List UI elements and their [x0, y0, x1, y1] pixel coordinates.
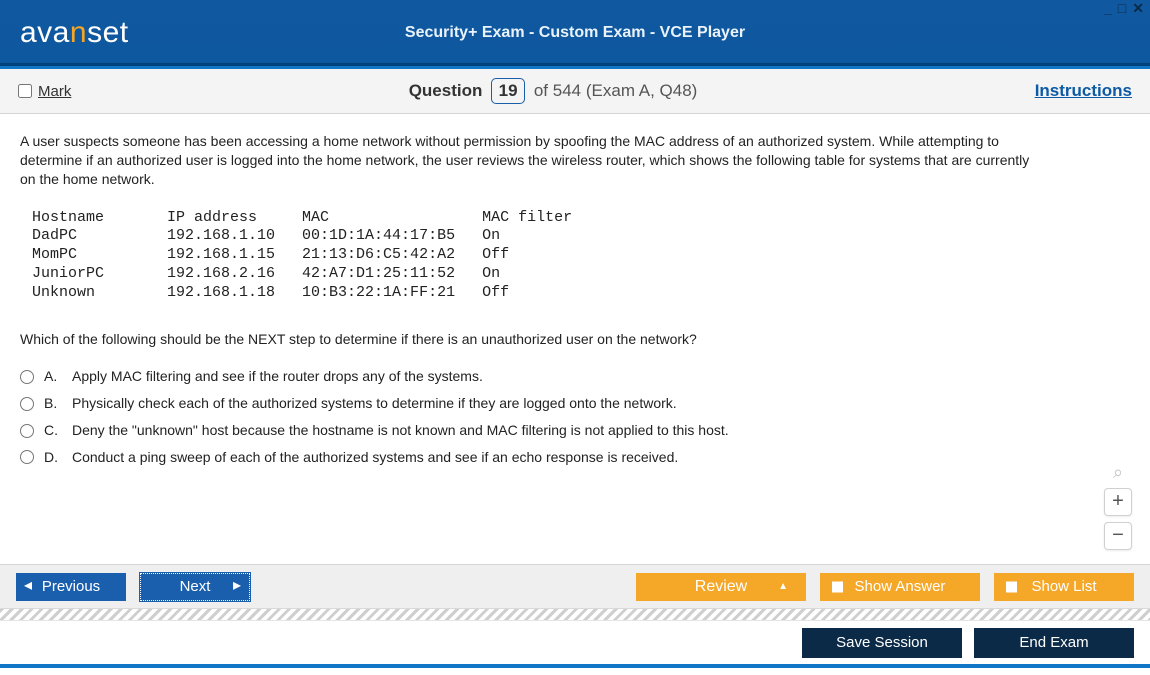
total-questions: 544: [553, 81, 581, 100]
maximize-button[interactable]: □: [1118, 0, 1126, 17]
logo-accent: n: [70, 16, 87, 49]
stop-icon: [1006, 581, 1017, 592]
next-label: Next: [180, 578, 211, 595]
answer-letter-a: A.: [44, 367, 62, 386]
answer-option-a[interactable]: A. Apply MAC filtering and see if the ro…: [20, 367, 1040, 386]
answer-option-d[interactable]: D. Conduct a ping sweep of each of the a…: [20, 448, 1040, 467]
answer-radio-c[interactable]: [20, 424, 34, 438]
close-button[interactable]: ✕: [1132, 0, 1144, 17]
answer-option-b[interactable]: B. Physically check each of the authoriz…: [20, 394, 1040, 413]
minimize-button[interactable]: _: [1104, 0, 1112, 17]
answer-option-c[interactable]: C. Deny the "unknown" host because the h…: [20, 421, 1040, 440]
mark-checkbox[interactable]: [18, 84, 32, 98]
answer-radio-b[interactable]: [20, 397, 34, 411]
chevron-right-icon: ▸: [233, 578, 241, 594]
logo-part-2: set: [87, 16, 129, 49]
review-label: Review: [695, 578, 747, 596]
search-icon[interactable]: ⌕: [1107, 460, 1129, 482]
save-session-button[interactable]: Save Session: [802, 628, 962, 658]
show-answer-label: Show Answer: [855, 578, 946, 595]
mark-question[interactable]: Mark: [18, 83, 71, 100]
network-table: Hostname IP address MAC MAC filter DadPC…: [20, 209, 1040, 303]
answer-text-b: Physically check each of the authorized …: [72, 394, 677, 413]
show-answer-button[interactable]: Show Answer: [820, 573, 980, 601]
answer-radio-d[interactable]: [20, 450, 34, 464]
triangle-up-icon: ▲: [778, 580, 788, 591]
nav-toolbar: ◂ Previous Next ▸ Review ▲ Show Answer S…: [0, 564, 1150, 608]
zoom-out-button[interactable]: −: [1104, 522, 1132, 550]
chevron-left-icon: ◂: [24, 578, 32, 594]
question-stem: A user suspects someone has been accessi…: [20, 132, 1040, 189]
answer-radio-a[interactable]: [20, 370, 34, 384]
zoom-tools: ⌕ + −: [1104, 460, 1132, 550]
end-exam-button[interactable]: End Exam: [974, 628, 1134, 658]
next-button[interactable]: Next ▸: [140, 573, 250, 601]
stop-icon: [832, 581, 843, 592]
instructions-link[interactable]: Instructions: [1035, 81, 1132, 101]
previous-label: Previous: [42, 578, 100, 595]
previous-button[interactable]: ◂ Previous: [16, 573, 126, 601]
separator-stripe: [0, 608, 1150, 620]
question-number-box[interactable]: 19: [491, 78, 525, 104]
session-toolbar: Save Session End Exam: [0, 620, 1150, 664]
answer-letter-d: D.: [44, 448, 62, 467]
answer-text-a: Apply MAC filtering and see if the route…: [72, 367, 483, 386]
logo-part-1: ava: [20, 16, 70, 49]
answer-text-c: Deny the "unknown" host because the host…: [72, 421, 729, 440]
zoom-in-button[interactable]: +: [1104, 488, 1132, 516]
answer-letter-b: B.: [44, 394, 62, 413]
question-word: Question: [409, 81, 483, 100]
question-content: A user suspects someone has been accessi…: [0, 114, 1150, 564]
exam-context: (Exam A, Q48): [586, 81, 697, 100]
show-list-label: Show List: [1031, 578, 1096, 595]
question-followup: Which of the following should be the NEX…: [20, 330, 1040, 349]
of-word: of: [534, 81, 548, 100]
title-bar: avanset Security+ Exam - Custom Exam - V…: [0, 0, 1150, 66]
answer-letter-c: C.: [44, 421, 62, 440]
question-position: Question 19 of 544 (Exam A, Q48): [71, 78, 1034, 104]
answer-text-d: Conduct a ping sweep of each of the auth…: [72, 448, 678, 467]
info-bar: Mark Question 19 of 544 (Exam A, Q48) In…: [0, 66, 1150, 114]
app-logo: avanset: [20, 16, 129, 50]
answer-list: A. Apply MAC filtering and see if the ro…: [20, 367, 1040, 467]
window-title: Security+ Exam - Custom Exam - VCE Playe…: [0, 0, 1150, 66]
show-list-button[interactable]: Show List: [994, 573, 1134, 601]
mark-label[interactable]: Mark: [38, 83, 71, 100]
window-controls: _ □ ✕: [1104, 0, 1144, 17]
footer-border: [0, 664, 1150, 668]
review-button[interactable]: Review ▲: [636, 573, 806, 601]
